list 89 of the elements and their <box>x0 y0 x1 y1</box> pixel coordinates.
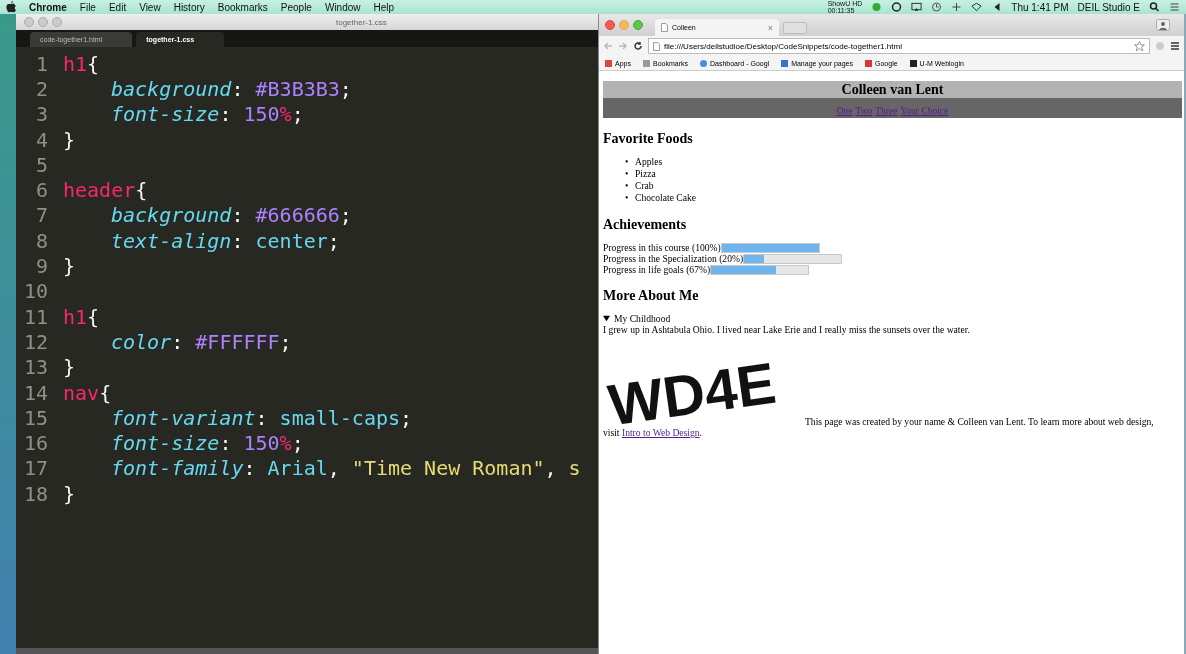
code-line: header{ <box>63 178 148 203</box>
display-icon[interactable] <box>911 2 923 12</box>
page-heading: Colleen van Lent <box>603 81 1182 98</box>
line-number: 12 <box>22 329 48 354</box>
bullet: • <box>625 192 630 204</box>
menu-item[interactable]: File <box>79 1 96 13</box>
code-line: background: #B3B3B3; <box>110 76 352 101</box>
close-icon[interactable]: × <box>767 22 773 33</box>
code-line: font-variant: small-caps; <box>110 405 413 430</box>
code-line: text-align: center; <box>110 228 340 253</box>
code-line: nav{ <box>63 380 112 405</box>
course-link[interactable]: Intro to Web Design <box>621 427 700 438</box>
code-line: h1{ <box>63 51 100 76</box>
line-number: 1 <box>34 51 48 76</box>
code-line: font-size: 150%; <box>110 431 304 456</box>
list-item: Apples <box>635 156 663 168</box>
logo: WD4E <box>603 345 793 425</box>
line-number: 11 <box>22 304 48 329</box>
line-number: 8 <box>34 228 48 253</box>
code-line: color: #FFFFFF; <box>110 329 292 354</box>
wifi-icon[interactable] <box>971 2 983 12</box>
menu-item[interactable]: Window <box>324 1 361 13</box>
move-icon[interactable] <box>951 2 963 12</box>
menu-item[interactable]: History <box>173 1 205 13</box>
line-number: 9 <box>34 254 48 278</box>
line-number: 5 <box>34 152 48 177</box>
section-heading: Achievements <box>603 217 688 233</box>
search-icon[interactable] <box>1149 2 1160 12</box>
line-number: 14 <box>22 380 48 405</box>
line-number: 4 <box>34 127 48 152</box>
app-menu[interactable]: Chrome <box>29 1 67 13</box>
person-icon[interactable] <box>1156 19 1170 31</box>
list-item: Chocolate Cake <box>635 192 696 204</box>
user-name[interactable]: DEIL Studio E <box>1077 1 1140 13</box>
code-line: } <box>63 355 76 380</box>
minimize-icon[interactable] <box>38 17 48 27</box>
line-number: 15 <box>22 405 48 430</box>
section-heading: Favorite Foods <box>603 131 694 147</box>
circle-icon[interactable] <box>891 2 903 12</box>
bullet: • <box>625 180 630 192</box>
list-item: Pizza <box>635 168 656 180</box>
window-title: together-1.css <box>336 17 387 27</box>
code-line: } <box>63 254 76 278</box>
line-number: 16 <box>22 431 48 456</box>
menu-item[interactable]: Edit <box>108 1 127 13</box>
line-number: 17 <box>22 456 48 481</box>
line-number: 18 <box>22 481 48 506</box>
forward-icon[interactable] <box>618 41 628 51</box>
details-summary[interactable]: My Childhood <box>614 313 671 324</box>
code-line: h1{ <box>63 304 100 329</box>
line-number: 10 <box>22 279 48 304</box>
code-line: } <box>63 481 76 506</box>
minimize-icon[interactable] <box>619 20 629 30</box>
line-number: 2 <box>34 76 48 101</box>
line-number: 6 <box>34 178 48 203</box>
zoom-icon[interactable] <box>633 20 643 30</box>
star-icon[interactable] <box>1134 40 1145 52</box>
menu-icon[interactable] <box>1170 41 1180 51</box>
line-number: 3 <box>34 102 48 127</box>
close-icon[interactable] <box>605 20 615 30</box>
line-number: 7 <box>34 203 48 228</box>
reload-icon[interactable] <box>633 41 643 51</box>
code-line: font-family: Arial, "Time New Roman", s <box>110 456 581 481</box>
line-number: 13 <box>22 355 48 380</box>
menu-item[interactable]: People <box>280 1 312 13</box>
status-icon[interactable] <box>871 2 883 12</box>
address-bar[interactable]: file:///Users/deilstudioe/Desktop/CodeSnippets/code-together1.html <box>648 38 1150 54</box>
close-icon[interactable] <box>24 17 34 27</box>
menu-item[interactable]: Bookmarks <box>217 1 268 13</box>
details-text: I grew up in Ashtabula Ohio. I lived near Lake Erie and I really miss the sunsets over the water. <box>603 324 971 335</box>
back-icon[interactable] <box>603 41 613 51</box>
clock[interactable]: Thu 1:41 PM <box>1011 1 1069 13</box>
menu-item[interactable]: Help <box>373 1 395 13</box>
progress-label: Progress in this course (100%) <box>603 242 721 253</box>
zoom-icon[interactable] <box>52 17 62 27</box>
progress-label: Progress in life goals (67%) <box>603 264 711 275</box>
clock-icon[interactable] <box>931 2 943 12</box>
code-line: background: #666666; <box>110 203 352 228</box>
list-item: Crab <box>635 180 654 192</box>
menu-item[interactable]: View <box>139 1 161 13</box>
triangle-icon[interactable] <box>603 315 610 322</box>
code-line: font-size: 150%; <box>110 102 304 127</box>
list-icon[interactable] <box>1169 2 1180 12</box>
section-heading: More About Me <box>603 288 700 304</box>
apple-icon[interactable] <box>6 1 16 13</box>
code-line: } <box>63 127 76 152</box>
bullet: • <box>625 156 630 168</box>
bullet: • <box>625 168 630 180</box>
progress-label: Progress in the Specialization (20%) <box>603 253 744 264</box>
